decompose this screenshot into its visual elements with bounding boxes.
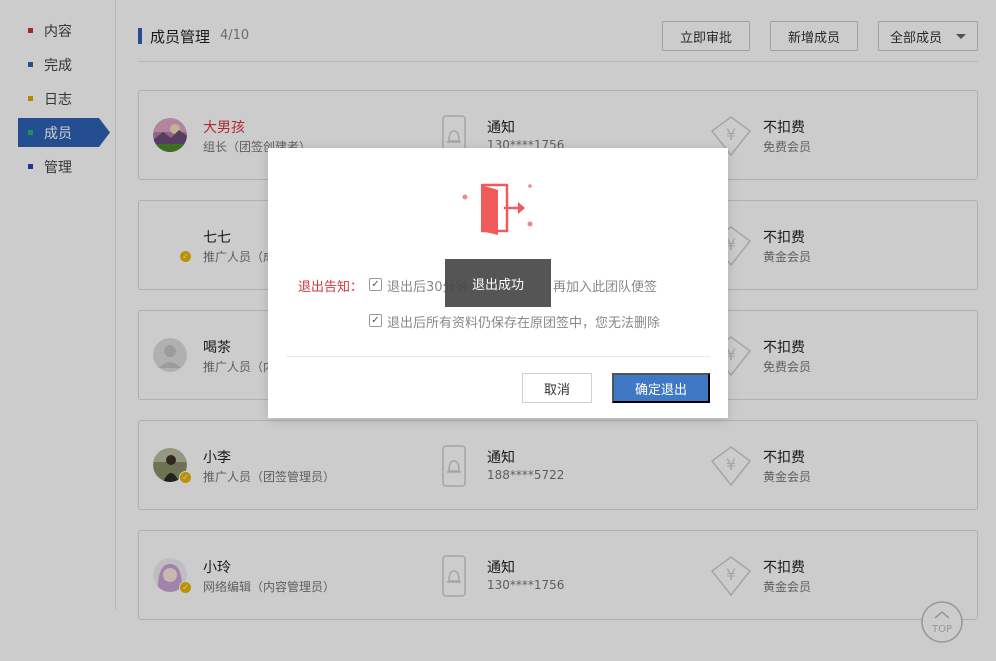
confirm-exit-button[interactable]: 确定退出: [612, 373, 710, 403]
divider: [286, 356, 710, 357]
cancel-button[interactable]: 取消: [522, 373, 592, 403]
exit-door-icon: [462, 183, 533, 235]
notice-text-1-end: 再加入此团队便签: [553, 280, 658, 295]
notice-label: 退出告知：: [298, 280, 364, 295]
notice-text-2: 退出后所有资料仍保存在原团签中，您无法删除: [387, 316, 661, 331]
success-toast: 退出成功: [445, 259, 551, 307]
notice-checkbox[interactable]: ✓: [369, 314, 382, 327]
notice-checkbox[interactable]: ✓: [369, 278, 382, 291]
